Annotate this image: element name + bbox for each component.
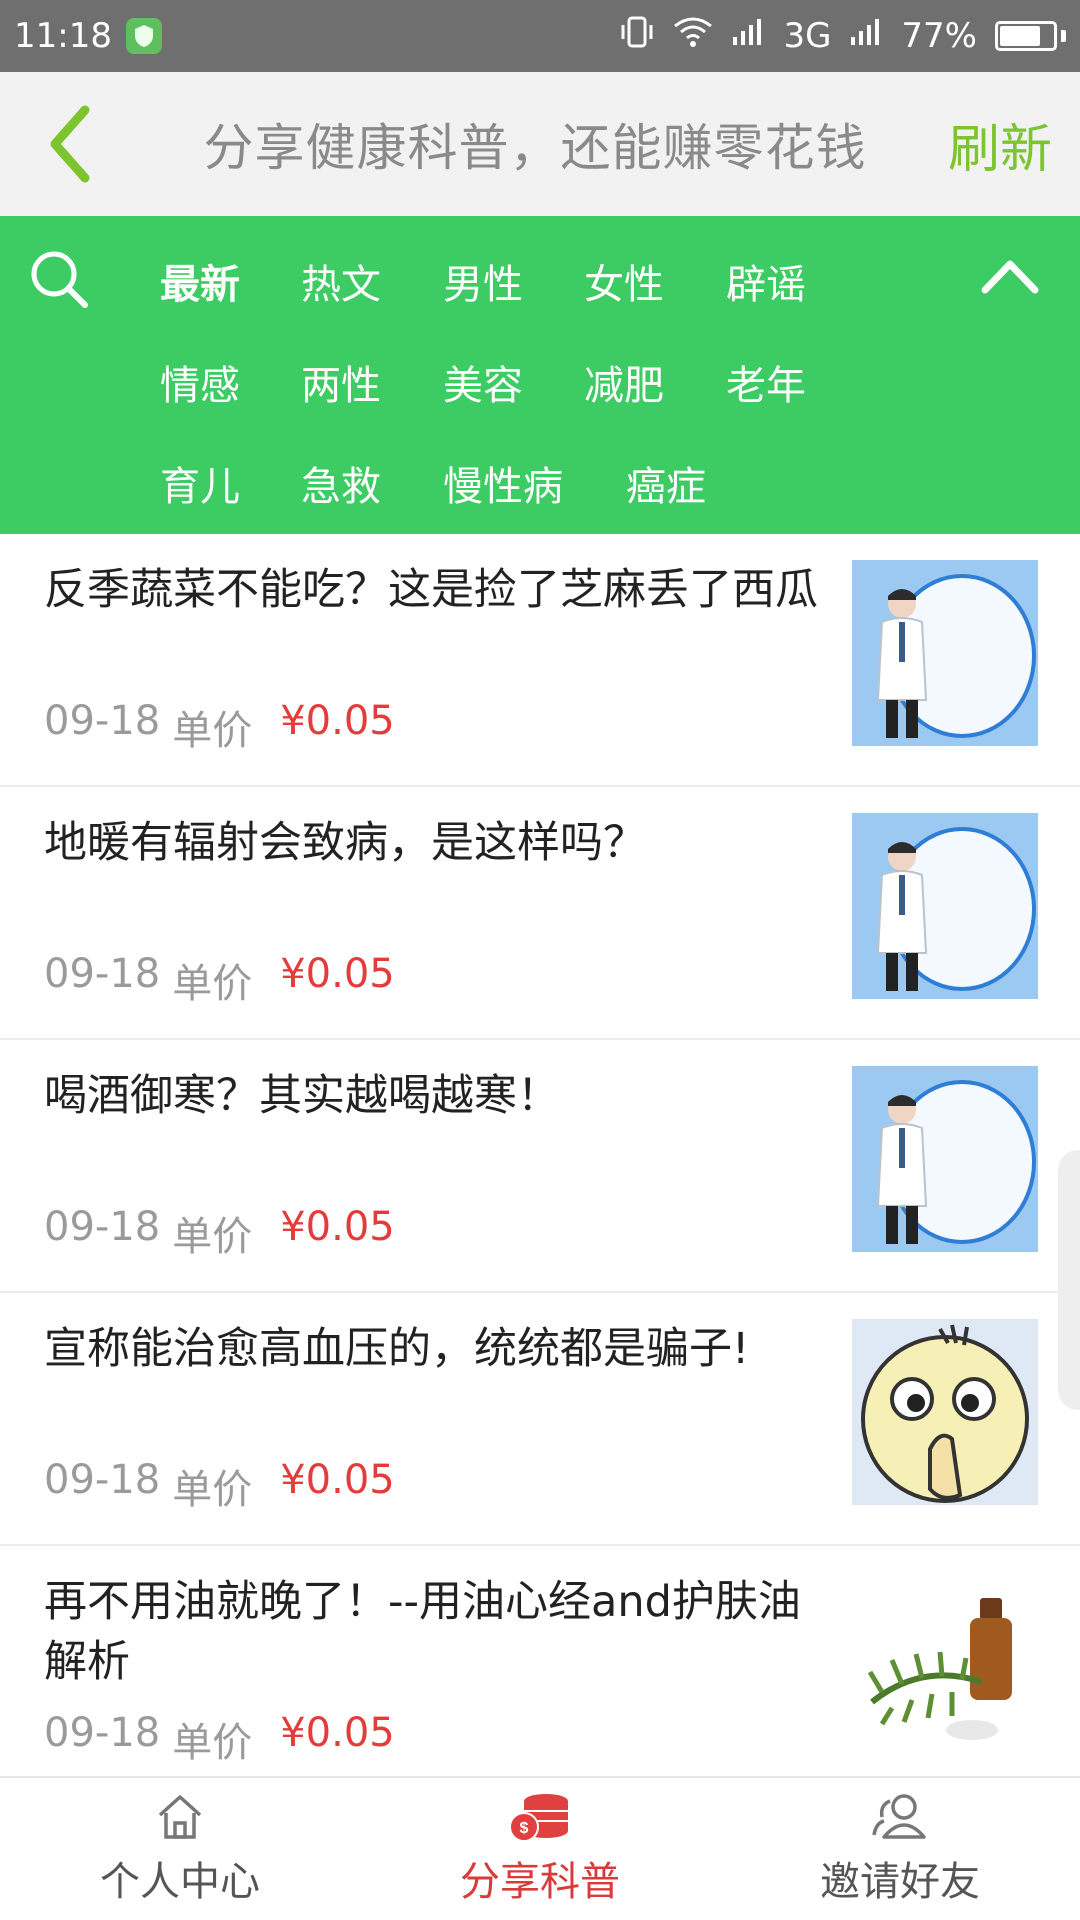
category-panel: 最新 热文 男性 女性 辟谣 情感 两性 美容 减肥 老年 育儿 急救 慢性病 … — [0, 216, 1080, 534]
article-title: 反季蔬菜不能吃？这是捡了芝麻丢了西瓜 — [44, 565, 818, 615]
status-left: 11:18 — [14, 16, 162, 56]
price-label: 单价 — [172, 1214, 253, 1260]
article-item[interactable]: 反季蔬菜不能吃？这是捡了芝麻丢了西瓜 09-18 单价 ¥0.05 — [0, 534, 1080, 787]
category-tab-diet[interactable]: 减肥 — [584, 353, 664, 411]
article-price: ¥0.05 — [280, 951, 395, 997]
network-type: 3G — [783, 16, 832, 56]
nav-invite-friends[interactable]: 邀请好友 — [720, 1778, 1080, 1920]
article-title: 地暖有辐射会致病，是这样吗？ — [44, 818, 646, 868]
signal-icon — [731, 16, 765, 56]
vibrate-icon — [619, 16, 655, 57]
wifi-icon — [673, 16, 713, 57]
price-label: 单价 — [172, 1467, 253, 1513]
battery-icon — [995, 21, 1066, 51]
collapse-button[interactable] — [975, 252, 1045, 302]
article-title: 再不用油就晚了！--用油心经and护肤油解析 — [44, 1577, 801, 1687]
article-meta: 09-18 单价 ¥0.05 — [44, 1457, 395, 1515]
category-tab-emotion[interactable]: 情感 — [160, 353, 240, 411]
status-right: 3G 77% — [619, 16, 1066, 57]
article-date: 09-18 — [44, 698, 161, 744]
category-tab-beauty[interactable]: 美容 — [443, 353, 523, 411]
category-tab-parenting[interactable]: 育儿 — [160, 454, 240, 512]
home-icon — [158, 1795, 202, 1839]
nav-label: 分享科普 — [460, 1859, 620, 1905]
nav-label: 邀请好友 — [820, 1859, 980, 1905]
screen: 11:18 3G 77% 分享健康科普，还能赚零花钱 刷新 最新 热文 男性 女… — [0, 0, 1080, 1920]
nav-label: 个人中心 — [100, 1859, 260, 1905]
article-title: 喝酒御寒？其实越喝越寒！ — [44, 1071, 560, 1121]
article-item[interactable]: 地暖有辐射会致病，是这样吗？ 09-18 单价 ¥0.05 — [0, 787, 1080, 1040]
article-price: ¥0.05 — [280, 698, 395, 744]
category-tab-chronic[interactable]: 慢性病 — [443, 454, 563, 512]
bottom-nav: 个人中心 $ 分享科普 邀请好友 — [0, 1776, 1080, 1920]
chevron-up-icon — [981, 260, 1039, 294]
category-tab-rumor[interactable]: 辟谣 — [726, 252, 806, 310]
nav-share-science[interactable]: $ 分享科普 — [360, 1778, 720, 1920]
category-tab-female[interactable]: 女性 — [584, 252, 664, 310]
status-bar: 11:18 3G 77% — [0, 0, 1080, 72]
category-tab-first-aid[interactable]: 急救 — [301, 454, 381, 512]
article-price: ¥0.05 — [280, 1457, 395, 1503]
article-meta: 09-18 单价 ¥0.05 — [44, 1710, 395, 1768]
title-bar: 分享健康科普，还能赚零花钱 刷新 — [0, 72, 1080, 216]
article-item[interactable]: 宣称能治愈高血压的，统统都是骗子! 09-18 单价 ¥0.05 — [0, 1293, 1080, 1546]
search-icon — [31, 251, 88, 308]
category-tab-male[interactable]: 男性 — [443, 252, 523, 310]
category-tab-latest[interactable]: 最新 — [160, 252, 240, 310]
svg-text:$: $ — [520, 1820, 529, 1837]
article-date: 09-18 — [44, 1457, 161, 1503]
battery-percent: 77% — [901, 16, 977, 56]
article-title: 宣称能治愈高血压的，统统都是骗子! — [44, 1324, 750, 1374]
price-label: 单价 — [172, 961, 253, 1007]
page-title: 分享健康科普，还能赚零花钱 — [203, 119, 867, 177]
users-icon — [872, 1794, 926, 1839]
article-meta: 09-18 单价 ¥0.05 — [44, 951, 395, 1009]
category-tab-hot[interactable]: 热文 — [301, 252, 381, 310]
category-tab-sex[interactable]: 两性 — [301, 353, 381, 411]
signal-icon-2 — [849, 16, 883, 56]
article-meta: 09-18 单价 ¥0.05 — [44, 1204, 395, 1262]
refresh-button[interactable]: 刷新 — [930, 107, 1080, 182]
article-date: 09-18 — [44, 951, 161, 997]
category-tab-cancer[interactable]: 癌症 — [626, 454, 706, 512]
price-label: 单价 — [172, 708, 253, 754]
search-button[interactable] — [28, 248, 90, 310]
doctor-thumbnail — [852, 813, 1038, 999]
article-price: ¥0.05 — [280, 1204, 395, 1250]
article-date: 09-18 — [44, 1710, 161, 1756]
shush-face-thumbnail — [852, 1319, 1038, 1505]
article-list: 反季蔬菜不能吃？这是捡了芝麻丢了西瓜 09-18 单价 ¥0.05 地暖有辐射会… — [0, 534, 1080, 1799]
essential-oil-thumbnail — [852, 1572, 1038, 1758]
chevron-left-icon — [50, 105, 90, 183]
back-button[interactable] — [0, 72, 140, 216]
article-item[interactable]: 喝酒御寒？其实越喝越寒！ 09-18 单价 ¥0.05 — [0, 1040, 1080, 1293]
doctor-thumbnail — [852, 560, 1038, 746]
price-label: 单价 — [172, 1720, 253, 1766]
article-date: 09-18 — [44, 1204, 161, 1250]
article-meta: 09-18 单价 ¥0.05 — [44, 698, 395, 756]
article-item[interactable]: 再不用油就晚了！--用油心经and护肤油解析 09-18 单价 ¥0.05 — [0, 1546, 1080, 1799]
status-time: 11:18 — [14, 16, 112, 56]
category-tab-elderly[interactable]: 老年 — [726, 353, 806, 411]
article-price: ¥0.05 — [280, 1710, 395, 1756]
shield-icon — [125, 18, 162, 54]
floating-side-handle[interactable] — [1058, 1150, 1080, 1410]
doctor-thumbnail — [852, 1066, 1038, 1252]
nav-personal-center[interactable]: 个人中心 — [0, 1778, 360, 1920]
coins-icon: $ — [509, 1794, 568, 1842]
